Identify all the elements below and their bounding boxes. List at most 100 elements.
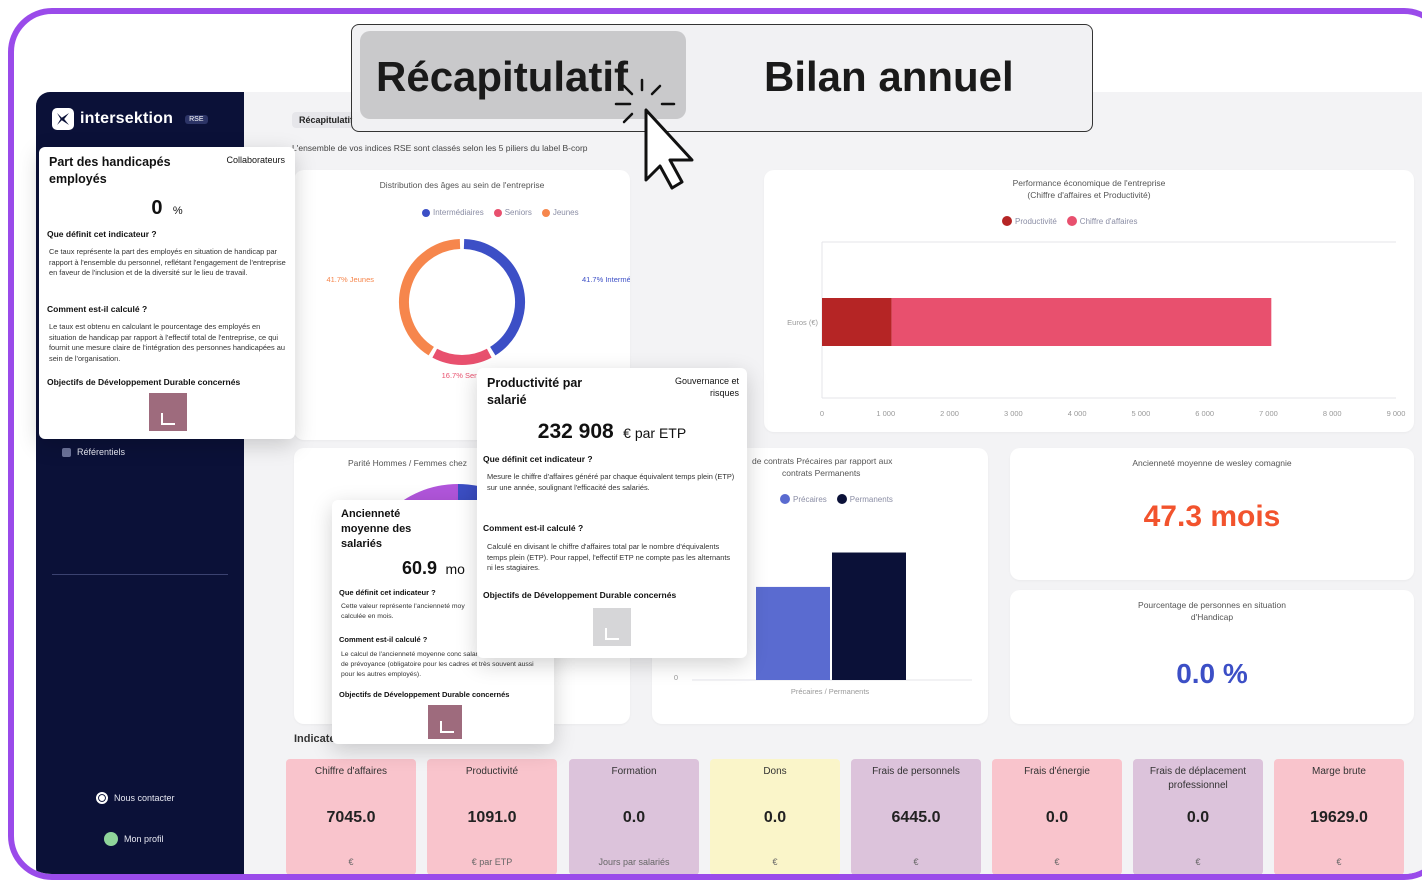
growth-chart-icon (161, 413, 175, 425)
kpi-unit: € (1336, 857, 1342, 867)
card-handicap-percentage: Pourcentage de personnes en situation d'… (1010, 590, 1414, 724)
kpi-value: 0.0 (763, 809, 787, 826)
popup-answer-2: Calculé en divisant le chiffre d'affaire… (487, 542, 731, 573)
growth-chart-icon (440, 721, 454, 733)
kpi-unit: € (772, 857, 778, 867)
kpi-label: Formation (611, 766, 657, 777)
page-subtitle: L'ensemble de vos indices RSE sont class… (292, 143, 588, 153)
cursor-click-icon (614, 78, 694, 190)
globe-icon (96, 792, 108, 804)
growth-chart-icon (605, 628, 619, 640)
seniority-value: 47.3 mois (1143, 500, 1281, 533)
popup-unit: € par ETP (623, 425, 687, 441)
brand[interactable]: intersektion RSE (52, 108, 208, 130)
kpi-value: 19629.0 (1310, 809, 1368, 826)
kpi-unit: € (348, 857, 354, 867)
kpi-unit: € (1195, 857, 1201, 867)
popup-question-1: Que définit cet indicateur ? (47, 229, 157, 239)
popup-question-1: Que définit cet indicateur ? (339, 588, 436, 597)
popup-answer-1: Ce taux représente la part des employés … (49, 247, 286, 278)
data-label: 41.7% Jeunes (326, 275, 374, 284)
popup-handicap-indicator: Part des handicapés employés Collaborate… (39, 147, 295, 439)
kpi-value: 7045.0 (326, 809, 376, 826)
brand-tag: RSE (185, 114, 208, 124)
donut-slice[interactable] (432, 348, 492, 365)
popup-value-row: 60.9 mo (402, 558, 465, 579)
kpi-unit: € (1054, 857, 1060, 867)
tab-bilan-annuel[interactable]: Bilan annuel (752, 31, 1072, 119)
kpi-tile[interactable]: Productivité 1091.0 € par ETP (427, 759, 557, 874)
popup-question-2: Comment est-il calculé ? (339, 635, 428, 644)
kpi-unit: € par ETP (471, 857, 513, 867)
sidebar-item-contact[interactable]: Nous contacter (96, 792, 175, 804)
handicap-value: 0.0 % (1176, 658, 1248, 689)
breadcrumb[interactable]: Récapitulatif (292, 112, 361, 128)
kpi-tile[interactable]: Chiffre d'affaires 7045.0 € (286, 759, 416, 874)
popup-question-2: Comment est-il calculé ? (483, 523, 584, 533)
sidebar-item-profile[interactable]: Mon profil (104, 832, 164, 846)
donut-slice[interactable] (463, 239, 525, 356)
bar-chiffre-affaires[interactable] (891, 298, 1272, 346)
x-tick-label: 9 000 (1387, 409, 1406, 418)
x-tick-label: 5 000 (1131, 409, 1150, 418)
kpi-label: Dons (763, 766, 787, 777)
list-icon (62, 447, 71, 457)
y-tick-label: 0 (674, 673, 678, 682)
donut-slice[interactable] (399, 239, 461, 356)
kpi-tile[interactable]: Frais de déplacement professionnel 0.0 € (1133, 759, 1263, 874)
popup-question-3: Objectifs de Développement Durable conce… (339, 690, 510, 699)
performance-bar-chart: Euros (€) 0 1 000 2 000 3 000 4 000 5 000 6 000… (787, 241, 1406, 418)
category-label: Euros (€) (787, 318, 818, 327)
popup-productivity-indicator: Productivité par salarié Gouvernance et … (477, 368, 747, 658)
kpi-label: Frais d'énergie (1024, 766, 1090, 777)
popup-question-2: Comment est-il calculé ? (47, 304, 148, 314)
bar-precaires[interactable] (756, 586, 830, 680)
bar-permanents[interactable] (832, 552, 906, 680)
card-title: Pourcentage de personnes en situation (1138, 600, 1286, 610)
kpi-value: 0.0 (622, 809, 646, 826)
avatar-icon (104, 832, 118, 846)
popup-value: 60.9 (402, 558, 438, 578)
kpi-tile[interactable]: Marge brute 19629.0 € (1274, 759, 1404, 874)
card-economic-performance: Performance économique de l'entreprise (… (764, 170, 1414, 432)
logo-icon (52, 108, 74, 130)
kpi-value: 0.0 (1186, 809, 1210, 826)
kpi-unit: Jours par salariés (598, 857, 670, 867)
popup-question-1: Que définit cet indicateur ? (483, 454, 593, 464)
popup-category: Collaborateurs (226, 155, 285, 165)
brand-name: intersektion (80, 110, 174, 127)
kpi-value: 6445.0 (891, 809, 941, 826)
popup-unit: mo (445, 561, 465, 577)
x-tick-label: 7 000 (1259, 409, 1278, 418)
card-title: Ancienneté moyenne de wesley comagnie (1132, 458, 1292, 468)
kpi-value: 0.0 (1045, 809, 1069, 826)
tab-label: Bilan annuel (764, 53, 1014, 100)
kpi-label: Frais de déplacement professionnel (1149, 766, 1247, 791)
kpi-label: Chiffre d'affaires (314, 766, 388, 777)
popup-answer-1: Mesure le chiffre d'affaires généré par … (487, 472, 735, 492)
x-tick-label: 6 000 (1195, 409, 1214, 418)
kpi-label: Productivité (465, 766, 519, 777)
kpi-tile[interactable]: Formation 0.0 Jours par salariés (569, 759, 699, 874)
popup-question-3: Objectifs de Développement Durable conce… (47, 377, 241, 387)
card-title-2: d'Handicap (1190, 612, 1234, 622)
kpi-tile[interactable]: Frais d'énergie 0.0 € (992, 759, 1122, 874)
sidebar-item-label: Nous contacter (114, 793, 175, 803)
popup-unit: % (172, 205, 183, 217)
kpi-label: Frais de personnels (872, 766, 960, 777)
bar-productivite[interactable] (822, 298, 892, 346)
kpi-tile[interactable]: Dons 0.0 € (710, 759, 840, 874)
sidebar-item-referentiels[interactable]: Référentiels (62, 447, 125, 457)
x-tick-label: 8 000 (1323, 409, 1342, 418)
kpi-value: 1091.0 (467, 809, 517, 826)
popup-value: 0 (151, 197, 163, 219)
x-tick-label: 1 000 (876, 409, 895, 418)
sidebar-divider (52, 574, 228, 575)
popup-title: Ancienneté moyenne des salariés (341, 508, 412, 550)
popup-category: Gouvernance et risques (674, 376, 739, 398)
kpi-tile[interactable]: Frais de personnels 6445.0 € (851, 759, 981, 874)
x-tick-label: 2 000 (940, 409, 959, 418)
popup-answer-2: Le taux est obtenu en calculant le pourc… (49, 322, 286, 364)
x-tick-label: 4 000 (1068, 409, 1087, 418)
sdg-8-icon (428, 705, 462, 739)
